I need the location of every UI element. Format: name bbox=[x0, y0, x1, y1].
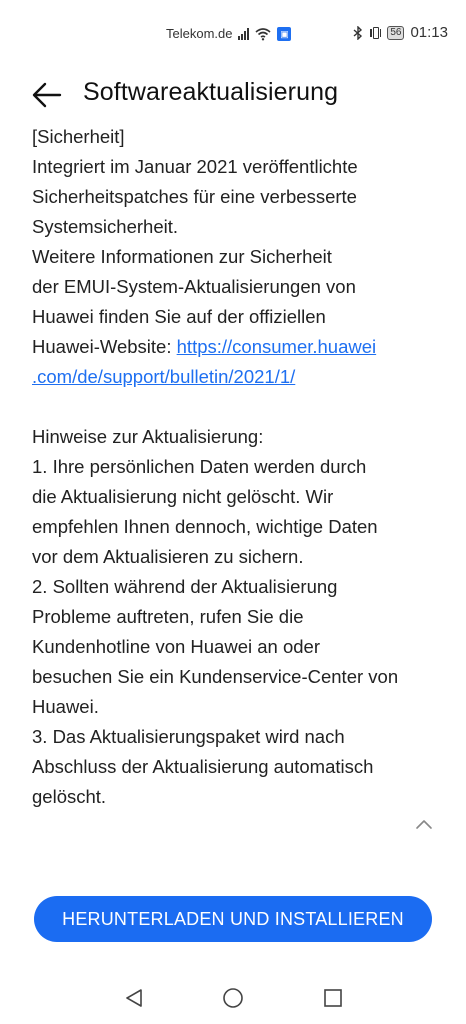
nav-back-icon[interactable] bbox=[122, 986, 146, 1010]
status-right: 56 01:13 bbox=[352, 24, 448, 41]
notes-line: Probleme auftreten, rufen Sie die bbox=[32, 606, 304, 627]
battery-icon: 56 bbox=[387, 25, 405, 40]
carrier-name: Telekom.de bbox=[166, 26, 233, 41]
release-notes: [Sicherheit] Integriert im Januar 2021 v… bbox=[32, 122, 438, 812]
app-header: Softwareaktualisierung bbox=[0, 72, 466, 116]
security-line: Integriert im Januar 2021 veröffentlicht… bbox=[32, 156, 358, 177]
link-line: .com/de/support/bulletin/2021/1/ bbox=[32, 362, 438, 392]
website-line: Huawei-Website: https://consumer.huawei bbox=[32, 332, 438, 362]
notes-line: die Aktualisierung nicht gelöscht. Wir bbox=[32, 486, 334, 507]
page-title: Softwareaktualisierung bbox=[83, 78, 339, 106]
website-label: Huawei-Website: bbox=[32, 336, 177, 357]
security-line: Sicherheitspatches für eine verbesserte bbox=[32, 186, 357, 207]
bluetooth-icon bbox=[353, 25, 363, 40]
status-bar: Telekom.de ▣ 56 01:13 bbox=[0, 0, 466, 68]
notes-line: Abschluss der Aktualisierung automatisch bbox=[32, 756, 374, 777]
notes-line: Huawei. bbox=[32, 696, 99, 717]
vibrate-icon bbox=[370, 26, 382, 39]
notes-line: empfehlen Ihnen dennoch, wichtige Daten bbox=[32, 516, 378, 537]
nav-home-icon[interactable] bbox=[221, 986, 245, 1010]
bulletin-link-continued[interactable]: .com/de/support/bulletin/2021/1/ bbox=[32, 366, 295, 387]
notes-line: 2. Sollten während der Aktualisierung bbox=[32, 576, 338, 597]
security-line: Huawei finden Sie auf der offiziellen bbox=[32, 306, 326, 327]
security-heading: [Sicherheit] bbox=[32, 126, 125, 147]
notes-line: vor dem Aktualisieren zu sichern. bbox=[32, 546, 304, 567]
notes-line: 3. Das Aktualisierungspaket wird nach bbox=[32, 726, 345, 747]
notes-line: 1. Ihre persönlichen Daten werden durch bbox=[32, 456, 367, 477]
signal-icon bbox=[238, 27, 250, 40]
clock: 01:13 bbox=[410, 24, 448, 41]
back-arrow-icon[interactable] bbox=[30, 78, 64, 112]
security-line: Weitere Informationen zur Sicherheit bbox=[32, 246, 332, 267]
notes-line: gelöscht. bbox=[32, 786, 107, 807]
nav-recents-icon[interactable] bbox=[321, 986, 345, 1010]
chevron-up-icon[interactable] bbox=[412, 814, 436, 834]
notes-heading: Hinweise zur Aktualisierung: bbox=[32, 426, 264, 447]
wifi-icon bbox=[255, 27, 272, 40]
notes-line: besuchen Sie ein Kundenservice-Center vo… bbox=[32, 666, 399, 687]
notes-line: Kundenhotline von Huawei an oder bbox=[32, 636, 320, 657]
system-nav-bar bbox=[0, 978, 466, 1018]
app-notification-icon: ▣ bbox=[277, 26, 292, 41]
security-line: der EMUI-System-Aktualisierungen von bbox=[32, 276, 356, 297]
status-left: Telekom.de ▣ bbox=[166, 26, 292, 41]
download-install-button[interactable]: HERUNTERLADEN UND INSTALLIEREN bbox=[34, 896, 432, 942]
security-line: Systemsicherheit. bbox=[32, 216, 178, 237]
bulletin-link[interactable]: https://consumer.huawei bbox=[177, 336, 377, 357]
